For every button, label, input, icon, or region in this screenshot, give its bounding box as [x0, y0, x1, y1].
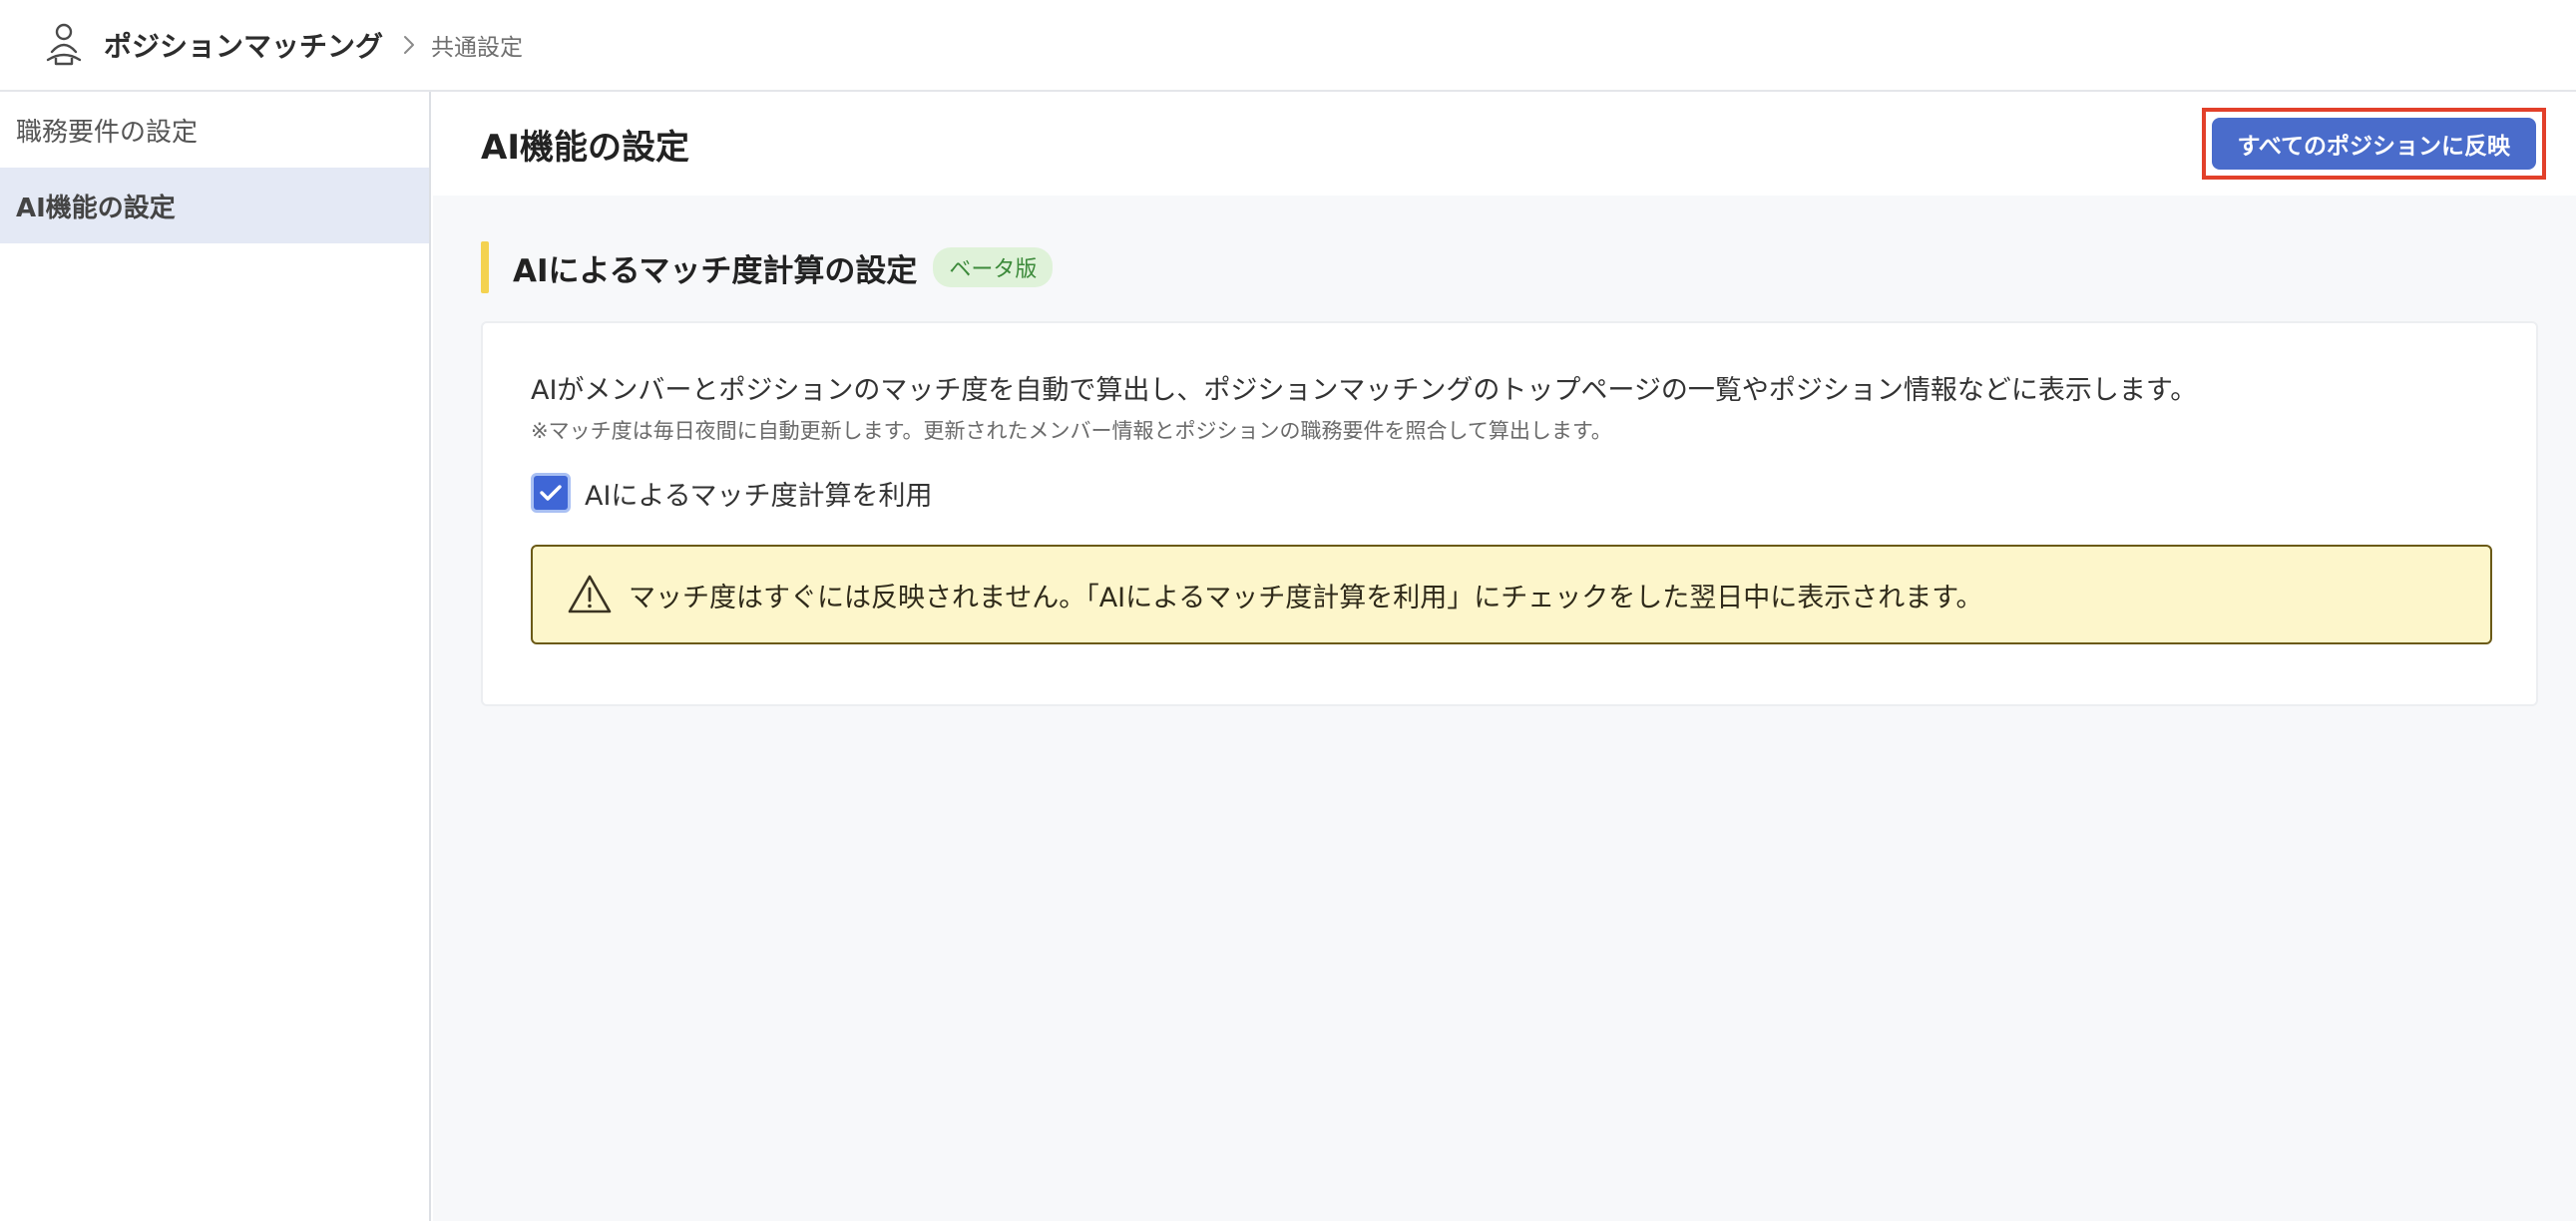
warning-text: マッチ度はすぐには反映されません。「AIによるマッチ度計算を利用」にチェックをし… — [629, 582, 1983, 613]
app-title[interactable]: ポジションマッチング — [104, 25, 383, 65]
use-ai-match-label[interactable]: AIによるマッチ度計算を利用 — [585, 474, 933, 513]
sidebar-item-job-requirements[interactable]: 職務要件の設定 — [0, 92, 429, 168]
section-description: AIがメンバーとポジションのマッチ度を自動で算出し、ポジションマッチングのトップ… — [531, 375, 2198, 406]
beta-badge: ベータ版 — [933, 247, 1054, 287]
use-ai-match-option[interactable]: AIによるマッチ度計算を利用 — [531, 473, 2488, 513]
main-content: AI機能の設定 すべてのポジションに反映 AIによるマッチ度計算の設定 ベータ版… — [433, 92, 2576, 1221]
sidebar-item-label: 職務要件の設定 — [16, 117, 199, 148]
breadcrumb-current: 共通設定 — [431, 35, 524, 61]
highlight-frame: すべてのポジションに反映 — [2201, 108, 2546, 180]
page-title: AI機能の設定 — [481, 127, 689, 168]
top-header: ポジションマッチング 共通設定 — [0, 0, 2576, 92]
sidebar: 職務要件の設定 AI機能の設定 — [0, 92, 431, 1221]
section-heading: AIによるマッチ度計算の設定 ベータ版 — [481, 241, 2538, 293]
settings-card: AIがメンバーとポジションのマッチ度を自動で算出し、ポジションマッチングのトップ… — [481, 321, 2538, 706]
use-ai-match-checkbox[interactable] — [531, 473, 571, 513]
section-note: ※マッチ度は毎日夜間に自動更新します。更新されたメンバー情報とポジションの職務要… — [531, 419, 1612, 443]
sidebar-item-ai-settings[interactable]: AI機能の設定 — [0, 168, 429, 243]
person-meditate-icon[interactable] — [40, 21, 88, 69]
warning-message: マッチ度はすぐには反映されません。「AIによるマッチ度計算を利用」にチェックをし… — [531, 545, 2492, 644]
apply-to-all-positions-button[interactable]: すべてのポジションに反映 — [2211, 118, 2536, 170]
warning-triangle-icon — [567, 574, 613, 615]
ai-match-section: AIによるマッチ度計算の設定 ベータ版 AIがメンバーとポジションのマッチ度を自… — [481, 241, 2538, 706]
chevron-right-icon — [397, 33, 421, 57]
section-title: AIによるマッチ度計算の設定 — [513, 252, 918, 289]
sidebar-item-label: AI機能の設定 — [16, 193, 176, 223]
check-icon — [540, 485, 562, 501]
main-header: AI機能の設定 すべてのポジションに反映 — [433, 92, 2576, 196]
heading-accent-bar — [481, 241, 489, 293]
app-root: ポジションマッチング 共通設定 職務要件の設定 AI機能の設定 AI機能の設定 … — [0, 0, 2576, 1221]
